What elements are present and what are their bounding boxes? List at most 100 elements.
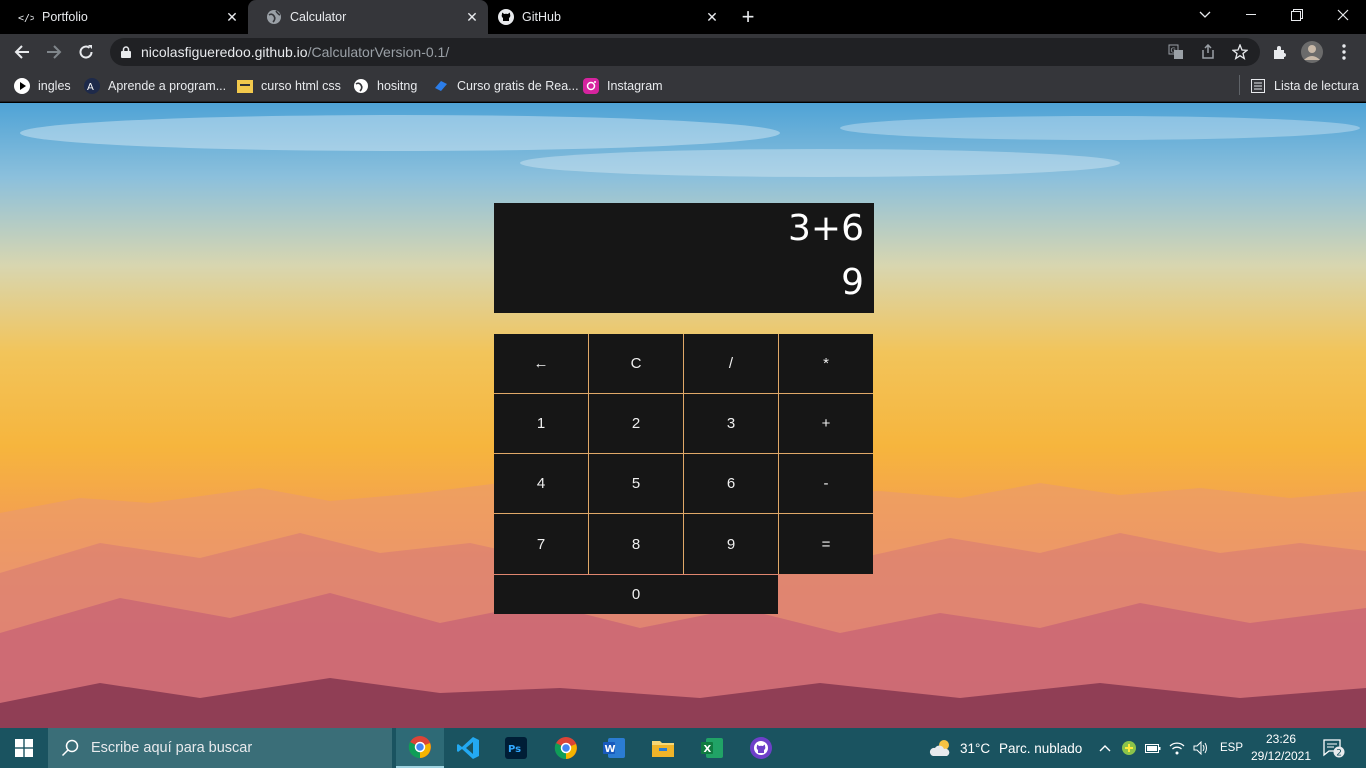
word-icon[interactable]: W <box>590 728 638 768</box>
bookmark-label: Curso gratis de Rea... <box>457 79 579 93</box>
minus-button[interactable]: - <box>779 454 873 514</box>
weather-icon[interactable] <box>928 728 954 768</box>
clock-time: 23:26 <box>1265 732 1297 746</box>
address-bar[interactable]: nicolasfigueredoo.github.io/CalculatorVe… <box>110 38 1260 66</box>
bookmark-curso-html[interactable]: curso html css <box>237 76 341 96</box>
wifi-icon[interactable] <box>1168 728 1186 768</box>
digit-4-button[interactable]: 4 <box>494 454 589 514</box>
battery-icon[interactable] <box>1144 728 1162 768</box>
lock-icon[interactable] <box>121 46 131 58</box>
digit-2-button[interactable]: 2 <box>589 394 684 454</box>
weather-temp[interactable]: 31°C <box>960 728 990 768</box>
bookmark-aprende[interactable]: A Aprende a program... <box>84 76 226 96</box>
bookmark-label: Aprende a program... <box>108 79 227 93</box>
svg-text:A: A <box>87 82 94 93</box>
svg-text:Ps: Ps <box>508 744 521 755</box>
share-icon[interactable] <box>1200 43 1216 60</box>
equals-button[interactable]: = <box>779 514 873 574</box>
result-text: 9 <box>841 262 864 303</box>
tab-calculator[interactable]: Calculator ✕ <box>248 0 488 34</box>
bookmark-curso-gratis[interactable]: Curso gratis de Rea... <box>433 76 579 96</box>
windows-taskbar: Escribe aquí para buscar Ps W X 31°C Par… <box>0 728 1366 768</box>
digit-0-button[interactable]: 0 <box>494 575 778 614</box>
minimize-icon[interactable] <box>1228 0 1274 30</box>
backspace-button[interactable]: ← <box>494 334 589 394</box>
notification-center-icon[interactable]: 2 <box>1322 728 1346 768</box>
restore-icon[interactable] <box>1274 0 1320 30</box>
bookmark-ingles[interactable]: ingles <box>14 76 71 96</box>
digit-5-button[interactable]: 5 <box>589 454 684 514</box>
platzi-icon: A <box>84 78 100 94</box>
digit-7-button[interactable]: 7 <box>494 514 589 574</box>
chevron-up-icon[interactable] <box>1096 728 1114 768</box>
close-icon[interactable]: ✕ <box>222 7 242 27</box>
taskbar-chrome-active[interactable] <box>396 728 444 768</box>
vscode-icon[interactable] <box>444 728 492 768</box>
close-icon[interactable]: ✕ <box>702 7 722 27</box>
divide-button[interactable]: / <box>684 334 779 394</box>
star-icon[interactable] <box>1231 43 1249 60</box>
reading-list-button[interactable]: Lista de lectura <box>1250 76 1359 96</box>
search-placeholder: Escribe aquí para buscar <box>91 740 253 756</box>
url-path: /CalculatorVersion-0.1/ <box>307 44 450 60</box>
avatar[interactable] <box>1298 38 1326 66</box>
bookmarks-bar: ingles A Aprende a program... curso html… <box>0 70 1366 102</box>
digit-6-button[interactable]: 6 <box>684 454 779 514</box>
digit-3-button[interactable]: 3 <box>684 394 779 454</box>
excel-icon[interactable]: X <box>688 728 736 768</box>
tab-github[interactable]: GitHub ✕ <box>480 0 728 34</box>
tab-strip: </> Portfolio ✕ Calculator ✕ GitHub ✕ + <box>0 0 1366 34</box>
tab-search-icon[interactable] <box>1182 0 1228 30</box>
tab-title: Portfolio <box>42 10 88 24</box>
digit-1-button[interactable]: 1 <box>494 394 589 454</box>
multiply-button[interactable]: * <box>779 334 873 394</box>
clock[interactable]: 23:26 29/12/2021 <box>1245 731 1317 765</box>
close-window-icon[interactable] <box>1320 0 1366 30</box>
reading-list-icon <box>1250 78 1266 94</box>
globe-icon <box>266 9 282 25</box>
svg-text:</>: </> <box>18 13 34 23</box>
page-viewport: 3+6 9 ← C / * 1 2 3 + 4 5 6 - 7 8 9 = 0 <box>0 103 1366 728</box>
extensions-icon[interactable] <box>1266 38 1294 66</box>
github-desktop-icon[interactable] <box>737 728 785 768</box>
edteam-icon <box>433 78 449 94</box>
digit-8-button[interactable]: 8 <box>589 514 684 574</box>
plus-button[interactable]: + <box>779 394 873 454</box>
svg-text:W: W <box>605 744 616 755</box>
back-icon[interactable] <box>8 38 36 66</box>
app-tray-icon[interactable] <box>1120 728 1138 768</box>
reload-icon[interactable] <box>72 38 100 66</box>
weather-description[interactable]: Parc. nublado <box>999 728 1082 768</box>
new-tab-button[interactable]: + <box>736 5 760 29</box>
windows-start-icon[interactable] <box>0 728 48 768</box>
digit-9-button[interactable]: 9 <box>684 514 779 574</box>
translate-icon[interactable]: G <box>1168 44 1184 60</box>
reading-list-label: Lista de lectura <box>1274 79 1359 93</box>
forward-icon[interactable] <box>40 38 68 66</box>
file-explorer-icon[interactable] <box>639 728 687 768</box>
photoshop-icon[interactable]: Ps <box>492 728 540 768</box>
tab-title: Calculator <box>290 10 347 24</box>
close-icon[interactable]: ✕ <box>462 7 482 27</box>
calculator: 3+6 9 ← C / * 1 2 3 + 4 5 6 - 7 8 9 = 0 <box>494 203 874 614</box>
svg-text:G: G <box>1171 47 1176 55</box>
tab-portfolio[interactable]: </> Portfolio ✕ <box>0 0 248 34</box>
clear-button[interactable]: C <box>589 334 684 394</box>
volume-icon[interactable] <box>1192 728 1210 768</box>
folder-yellow-icon <box>237 78 253 94</box>
globe-icon <box>353 78 369 94</box>
bookmarks-separator <box>1239 75 1240 95</box>
bookmark-instagram[interactable]: Instagram <box>583 76 663 96</box>
instagram-icon <box>583 78 599 94</box>
notification-count: 2 <box>1336 749 1342 759</box>
url-host: nicolasfigueredoo.github.io <box>141 44 308 60</box>
bookmark-hositng[interactable]: hositng <box>353 76 417 96</box>
search-icon <box>61 739 79 757</box>
chrome-icon[interactable] <box>540 728 592 768</box>
browser-toolbar: nicolasfigueredoo.github.io/CalculatorVe… <box>0 34 1366 70</box>
menu-icon[interactable] <box>1330 38 1358 66</box>
taskbar-search-input[interactable]: Escribe aquí para buscar <box>48 728 392 768</box>
clock-date: 29/12/2021 <box>1250 749 1312 763</box>
bookmark-label: curso html css <box>261 79 341 93</box>
language-indicator[interactable]: ESP <box>1220 728 1243 768</box>
